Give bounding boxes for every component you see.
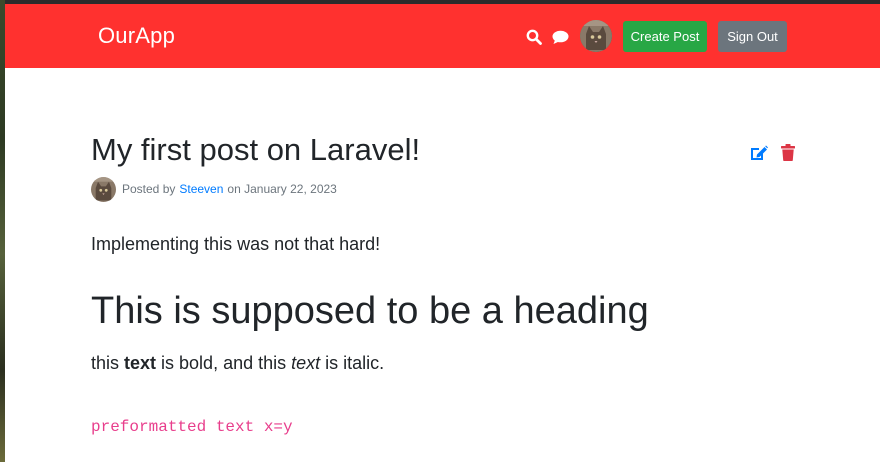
search-icon[interactable] bbox=[525, 28, 543, 46]
text-segment: this bbox=[91, 353, 125, 373]
italic-text: text bbox=[291, 353, 321, 373]
user-avatar[interactable] bbox=[580, 20, 612, 52]
post-container: My first post on Laravel! Posted by Stee… bbox=[0, 68, 880, 462]
text-segment: is bold, and this bbox=[156, 353, 292, 373]
text-segment: is italic. bbox=[320, 353, 385, 373]
app-window: OurApp Create Post Sign Out My first pos… bbox=[0, 0, 880, 462]
author-avatar[interactable] bbox=[91, 176, 116, 202]
author-link[interactable]: Steeven bbox=[179, 182, 223, 196]
post-meta: Posted by Steeven on January 22, 2023 bbox=[91, 176, 337, 202]
preformatted-text: preformatted text x=y bbox=[91, 418, 293, 436]
trash-icon[interactable] bbox=[778, 143, 797, 161]
post-title: My first post on Laravel! bbox=[91, 132, 421, 167]
brand-link[interactable]: OurApp bbox=[98, 23, 175, 49]
post-body-formatted-paragraph: this text is bold, and this text is ital… bbox=[91, 353, 384, 374]
post-body-paragraph: Implementing this was not that hard! bbox=[91, 234, 381, 254]
create-post-button[interactable]: Create Post bbox=[623, 21, 707, 52]
post-actions bbox=[749, 143, 797, 161]
avatar-image bbox=[580, 20, 612, 52]
post-body-heading: This is supposed to be a heading bbox=[91, 290, 649, 332]
post-date: on January 22, 2023 bbox=[227, 182, 337, 196]
sign-out-button[interactable]: Sign Out bbox=[718, 21, 787, 52]
posted-by-label: Posted by bbox=[122, 182, 176, 196]
edit-icon[interactable] bbox=[749, 143, 768, 161]
chat-icon[interactable] bbox=[551, 28, 569, 46]
top-navbar: OurApp Create Post Sign Out bbox=[5, 4, 880, 68]
bold-text: text bbox=[124, 353, 157, 373]
